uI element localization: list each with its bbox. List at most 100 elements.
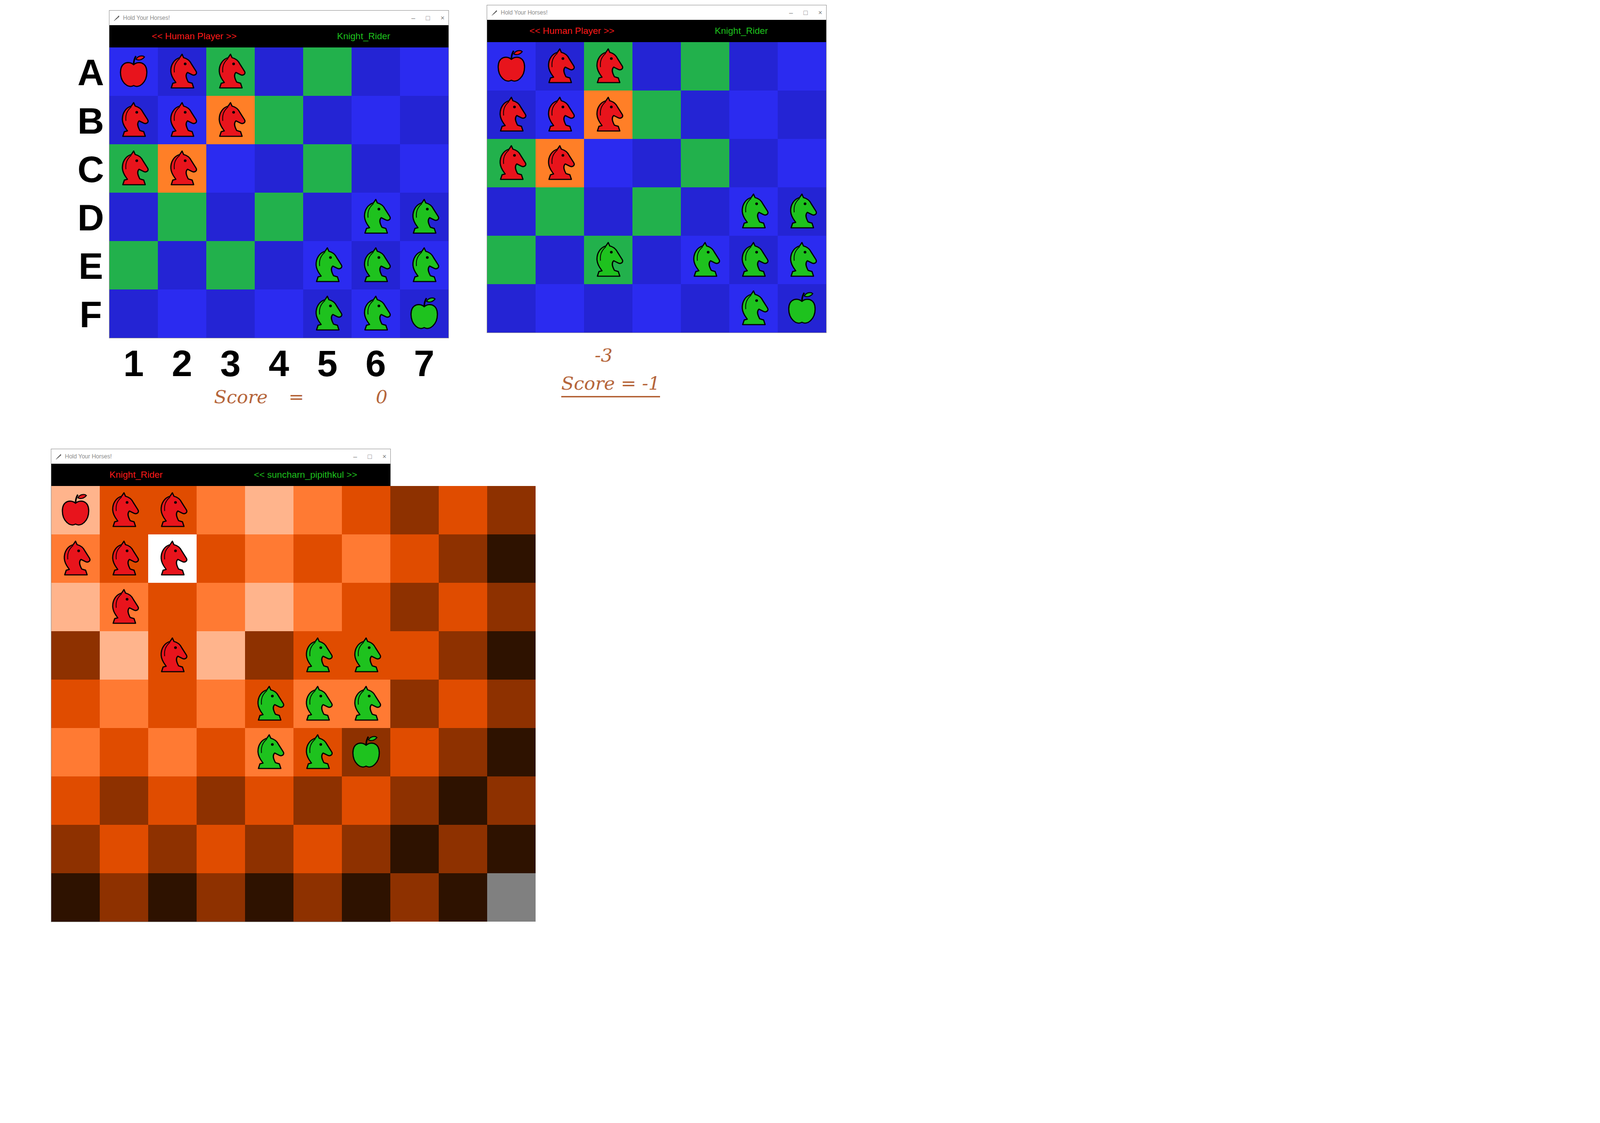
board-cell[interactable] [254,289,304,339]
board-cell[interactable] [157,289,207,339]
board-cell[interactable] [196,631,246,680]
board-cell[interactable] [148,776,197,826]
board-cell[interactable] [680,138,730,188]
title-bar[interactable]: Hold Your Horses!–□× [51,449,391,464]
board-cell[interactable] [390,873,439,923]
board-cell[interactable] [148,679,197,729]
board-cell[interactable] [341,728,391,777]
board-cell[interactable] [438,825,488,874]
board-cell[interactable] [99,679,149,729]
board-cell[interactable] [729,138,778,188]
title-bar[interactable]: Hold Your Horses!–□× [109,10,449,26]
board-cell[interactable] [487,825,536,874]
board-cell[interactable] [99,776,149,826]
board-cell[interactable] [303,192,352,242]
board-cell[interactable] [148,873,197,923]
board-cell[interactable] [196,679,246,729]
board-cell[interactable] [535,235,585,285]
board-cell[interactable] [303,95,352,145]
board-cell[interactable] [777,138,827,188]
board-cell[interactable] [400,192,449,242]
board-cell[interactable] [157,144,207,193]
board-cell[interactable] [51,825,100,874]
board-cell[interactable] [206,47,255,96]
board-cell[interactable] [390,583,439,632]
window-control-button[interactable]: □ [425,14,430,22]
board-cell[interactable] [584,90,633,139]
board-cell[interactable] [245,873,294,923]
board-cell[interactable] [487,873,536,923]
board-cell[interactable] [303,289,352,339]
board-cell[interactable] [99,728,149,777]
board-cell[interactable] [680,284,730,333]
board-cell[interactable] [729,284,778,333]
board-cell[interactable] [438,486,488,535]
board-cell[interactable] [390,631,439,680]
board-cell[interactable] [196,776,246,826]
board-cell[interactable] [777,235,827,285]
board-cell[interactable] [777,90,827,139]
board-cell[interactable] [438,873,488,923]
board-cell[interactable] [351,241,400,290]
board-cell[interactable] [245,583,294,632]
board-cell[interactable] [148,728,197,777]
board-cell[interactable] [487,776,536,826]
board-cell[interactable] [351,47,400,96]
board-cell[interactable] [584,235,633,285]
board-cell[interactable] [148,583,197,632]
board-cell[interactable] [438,583,488,632]
board-cell[interactable] [632,284,681,333]
board-cell[interactable] [487,284,536,333]
board-cell[interactable] [777,284,827,333]
board-cell[interactable] [487,486,536,535]
board-cell[interactable] [254,95,304,145]
window-control-button[interactable]: × [818,9,823,16]
board-cell[interactable] [51,776,100,826]
board-cell[interactable] [254,241,304,290]
board-cell[interactable] [109,95,158,145]
board-cell[interactable] [245,534,294,584]
board-cell[interactable] [341,825,391,874]
board-cell[interactable] [584,42,633,91]
board-cell[interactable] [535,42,585,91]
board-cell[interactable] [584,187,633,236]
board-cell[interactable] [245,679,294,729]
board-cell[interactable] [400,289,449,339]
board-cell[interactable] [206,192,255,242]
board-cell[interactable] [196,583,246,632]
board-cell[interactable] [390,486,439,535]
board-cell[interactable] [729,90,778,139]
board-cell[interactable] [777,187,827,236]
board-cell[interactable] [400,95,449,145]
window-control-button[interactable]: □ [367,453,372,461]
board-cell[interactable] [293,486,342,535]
board-cell[interactable] [157,241,207,290]
board-cell[interactable] [245,776,294,826]
board-cell[interactable] [341,873,391,923]
board-cell[interactable] [99,873,149,923]
board-cell[interactable] [341,679,391,729]
board-cell[interactable] [535,138,585,188]
board-cell[interactable] [148,534,197,584]
board-cell[interactable] [157,95,207,145]
board-cell[interactable] [293,873,342,923]
board-cell[interactable] [400,47,449,96]
board-cell[interactable] [109,289,158,339]
board-cell[interactable] [351,289,400,339]
board-cell[interactable] [109,47,158,96]
board-cell[interactable] [51,631,100,680]
board-cell[interactable] [341,583,391,632]
board-cell[interactable] [341,486,391,535]
board-cell[interactable] [196,728,246,777]
board-cell[interactable] [535,90,585,139]
board-cell[interactable] [157,47,207,96]
board-cell[interactable] [196,873,246,923]
window-control-button[interactable]: × [382,453,387,461]
board-cell[interactable] [400,241,449,290]
board-cell[interactable] [341,776,391,826]
window-control-button[interactable]: – [353,453,358,461]
board-cell[interactable] [341,534,391,584]
board-cell[interactable] [390,728,439,777]
board-cell[interactable] [51,679,100,729]
board-cell[interactable] [487,235,536,285]
